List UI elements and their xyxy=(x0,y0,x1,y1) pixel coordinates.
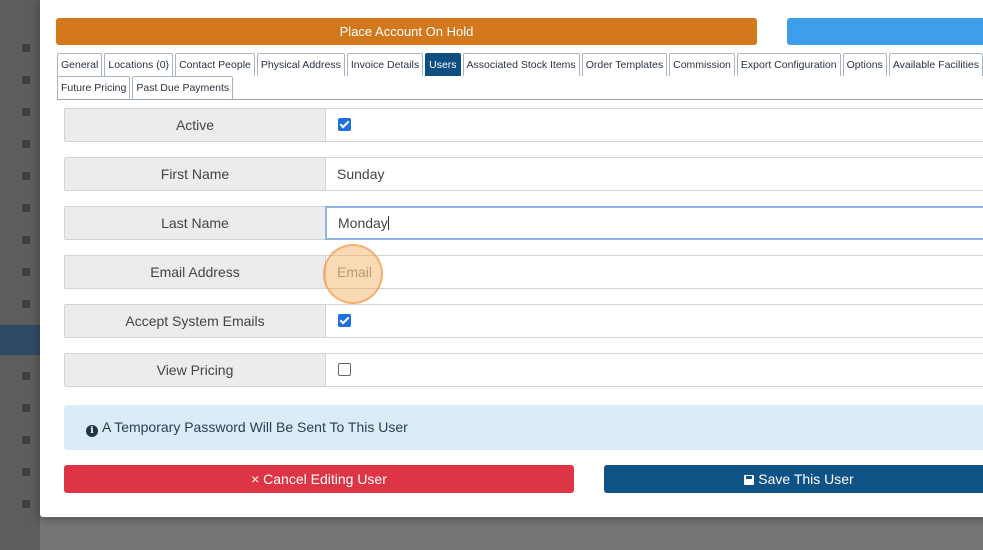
sidebar-icon xyxy=(22,500,30,508)
sidebar-icon xyxy=(22,404,30,412)
tab-invoice-details[interactable]: Invoice Details xyxy=(346,53,424,76)
floppy-disk-icon xyxy=(744,475,755,485)
last-name-field[interactable]: Monday xyxy=(325,206,983,240)
sidebar-icon xyxy=(22,140,30,148)
tab-future-pricing[interactable]: Future Pricing xyxy=(57,76,131,99)
sidebar-icon xyxy=(22,468,30,476)
view-pricing-checkbox[interactable] xyxy=(338,363,351,376)
active-value-cell xyxy=(326,108,983,142)
tab-users[interactable]: Users xyxy=(425,53,461,76)
save-this-user-button[interactable]: Save This User xyxy=(604,465,983,493)
tab-divider xyxy=(57,99,983,100)
sidebar-row xyxy=(0,360,40,392)
sidebar-row xyxy=(0,488,40,520)
info-circle-icon: i xyxy=(86,425,98,437)
tab-commission[interactable]: Commission xyxy=(669,53,735,76)
sidebar-icon xyxy=(22,436,30,444)
sidebar-row xyxy=(0,288,40,320)
last-name-label: Last Name xyxy=(64,206,326,240)
last-name-value: Monday xyxy=(338,215,388,231)
tab-export-configuration[interactable]: Export Configuration xyxy=(736,53,841,76)
sidebar-row xyxy=(0,96,40,128)
active-row: Active xyxy=(64,108,983,142)
temporary-password-notice: i A Temporary Password Will Be Sent To Th… xyxy=(64,405,983,450)
tab-options[interactable]: Options xyxy=(842,53,887,76)
text-caret xyxy=(387,216,389,230)
tab-contact-people[interactable]: Contact People xyxy=(175,53,255,76)
sidebar-row xyxy=(0,64,40,96)
active-label: Active xyxy=(64,108,326,142)
first-name-field[interactable]: Sunday xyxy=(326,157,983,191)
accept-system-emails-row: Accept System Emails xyxy=(64,304,983,338)
first-name-row: First Name Sunday xyxy=(64,157,983,191)
tab-physical-address[interactable]: Physical Address xyxy=(256,53,345,76)
sidebar-icon xyxy=(22,236,30,244)
sidebar-icon xyxy=(22,300,30,308)
tab-row-1: General Locations (0) Contact People Physic… xyxy=(57,53,983,76)
view-pricing-value-cell xyxy=(326,353,983,387)
tab-order-templates[interactable]: Order Templates xyxy=(581,53,668,76)
cancel-editing-user-button[interactable]: × Cancel Editing User xyxy=(64,465,574,493)
tab-associated-stock-items[interactable]: Associated Stock Items xyxy=(462,53,580,76)
sidebar-row xyxy=(0,392,40,424)
accept-system-emails-value-cell xyxy=(326,304,983,338)
info-text: A Temporary Password Will Be Sent To Thi… xyxy=(102,419,408,435)
view-pricing-row: View Pricing xyxy=(64,353,983,387)
email-placeholder: Email xyxy=(337,264,373,280)
accept-system-emails-label: Accept System Emails xyxy=(64,304,326,338)
active-checkbox[interactable] xyxy=(338,118,351,131)
tab-available-facilities[interactable]: Available Facilities xyxy=(888,53,983,76)
header-action-button[interactable] xyxy=(787,18,983,45)
sidebar-icon xyxy=(22,76,30,84)
last-name-row: Last Name Monday xyxy=(64,206,983,240)
sidebar-row xyxy=(0,32,40,64)
sidebar-row xyxy=(0,456,40,488)
sidebar-icon xyxy=(22,172,30,180)
background-sidebar xyxy=(0,0,40,550)
sidebar-row xyxy=(0,128,40,160)
sidebar-icon xyxy=(22,44,30,52)
sidebar-icon xyxy=(22,268,30,276)
sidebar-row xyxy=(0,192,40,224)
sidebar-active-item xyxy=(0,325,40,355)
sidebar-row xyxy=(0,424,40,456)
email-field[interactable]: Email xyxy=(326,255,983,289)
tab-locations-0[interactable]: Locations (0) xyxy=(104,53,174,76)
first-name-label: First Name xyxy=(64,157,326,191)
view-pricing-label: View Pricing xyxy=(64,353,326,387)
save-label: Save This User xyxy=(758,471,854,487)
email-label: Email Address xyxy=(64,255,326,289)
email-row: Email Address Email xyxy=(64,255,983,289)
accept-system-emails-checkbox[interactable] xyxy=(338,314,351,327)
sidebar-row xyxy=(0,160,40,192)
sidebar-icon xyxy=(22,108,30,116)
edit-user-modal: Place Account On Hold General Locations (… xyxy=(40,0,983,517)
sidebar-icon xyxy=(22,204,30,212)
sidebar-row xyxy=(0,256,40,288)
tab-general[interactable]: General xyxy=(57,53,103,76)
tab-past-due-payments[interactable]: Past Due Payments xyxy=(132,76,234,99)
sidebar-row xyxy=(0,224,40,256)
tab-row-2: Future Pricing Past Due Payments xyxy=(57,76,235,99)
background-footer xyxy=(40,518,983,550)
sidebar-icon xyxy=(22,372,30,380)
place-account-on-hold-button[interactable]: Place Account On Hold xyxy=(56,18,757,45)
